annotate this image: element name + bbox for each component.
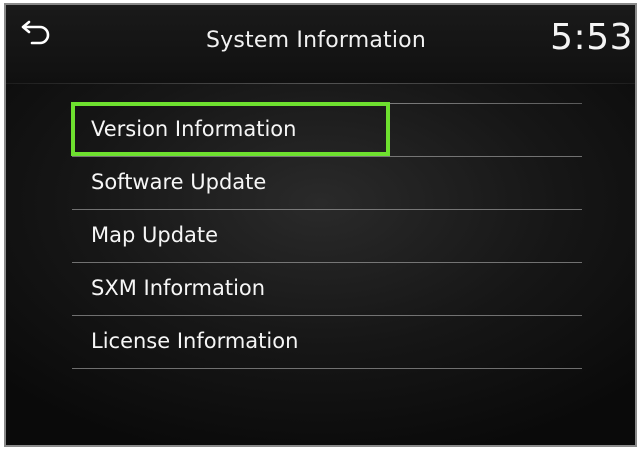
menu-item-label: Version Information (91, 117, 297, 141)
menu-item-label: Software Update (91, 170, 267, 194)
page-title: System Information (206, 28, 426, 53)
menu-item-license-information[interactable]: License Information (72, 316, 582, 369)
menu-item-sxm-information[interactable]: SXM Information (72, 263, 582, 316)
menu-item-label: License Information (91, 329, 299, 353)
clock: 5:53 (550, 17, 633, 58)
menu-item-map-update[interactable]: Map Update (72, 210, 582, 263)
header-divider (6, 83, 635, 84)
system-info-menu: Version Information Software Update Map … (71, 102, 582, 369)
screen-frame: System Information 5:53 Version Informat… (4, 3, 637, 447)
menu-item-version-information[interactable]: Version Information (71, 102, 582, 157)
back-arrow-icon (21, 20, 50, 45)
header-bar: System Information 5:53 (6, 5, 635, 83)
back-button[interactable] (16, 19, 52, 53)
menu-item-software-update[interactable]: Software Update (72, 157, 582, 210)
menu-item-label: Map Update (91, 223, 219, 247)
menu-item-label: SXM Information (91, 276, 266, 300)
